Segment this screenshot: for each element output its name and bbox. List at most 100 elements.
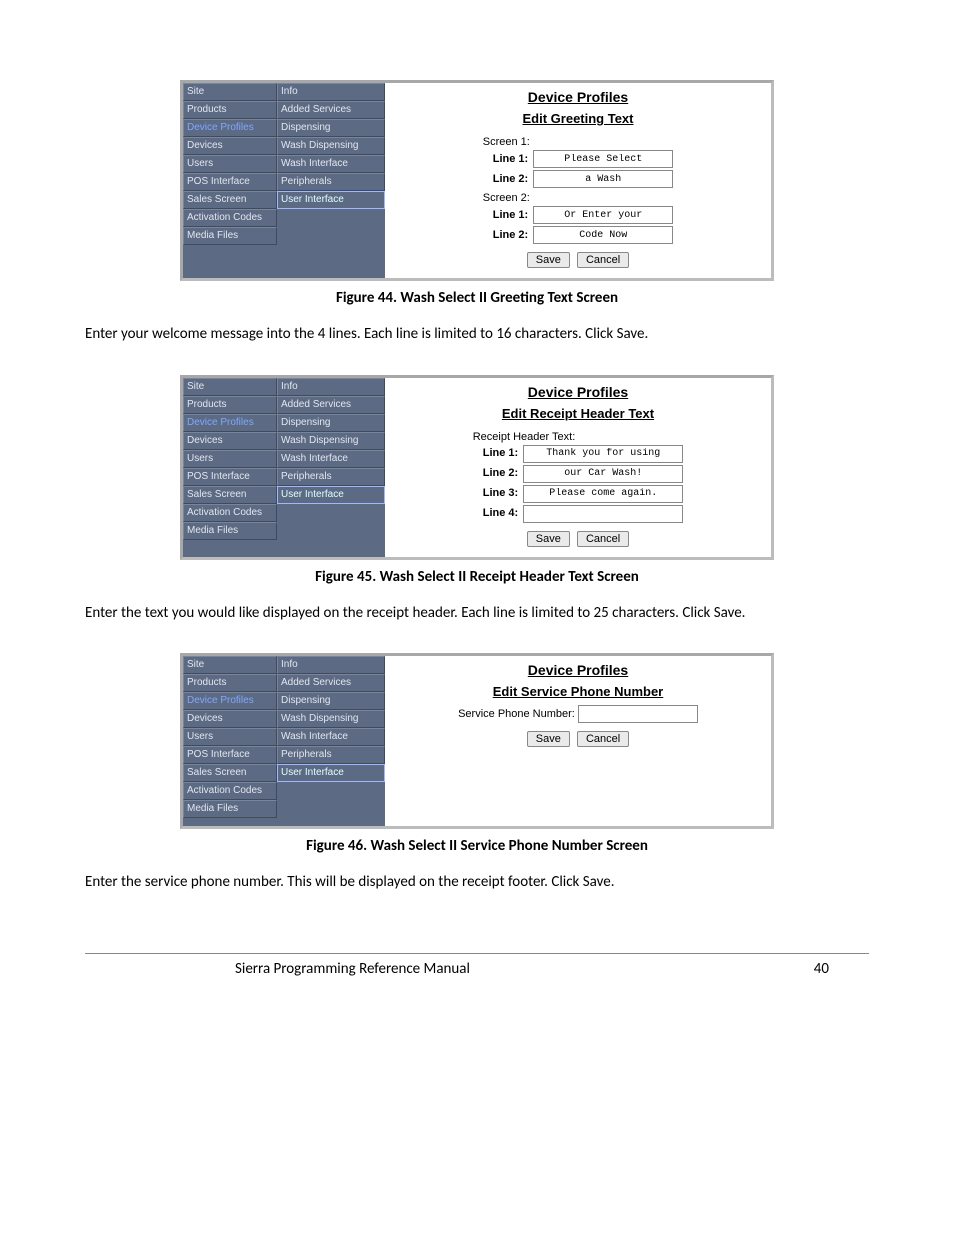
nav-site[interactable]: Site: [183, 83, 277, 101]
subnav-column: Info Added Services Dispensing Wash Disp…: [277, 656, 385, 826]
subnav-user-interface[interactable]: User Interface: [277, 764, 385, 782]
subnav-info[interactable]: Info: [277, 656, 385, 674]
cancel-button[interactable]: Cancel: [577, 731, 629, 747]
content-subtitle: Edit Greeting Text: [393, 111, 763, 126]
nav-sales-screen[interactable]: Sales Screen: [183, 191, 277, 209]
nav-sales-screen[interactable]: Sales Screen: [183, 764, 277, 782]
nav-products[interactable]: Products: [183, 396, 277, 414]
receipt-line1-input[interactable]: [523, 445, 683, 463]
app-screenshot-44: Site Products Device Profiles Devices Us…: [180, 80, 774, 281]
subnav-wash-dispensing[interactable]: Wash Dispensing: [277, 137, 385, 155]
nav-device-profiles[interactable]: Device Profiles: [183, 692, 277, 710]
subnav-wash-dispensing[interactable]: Wash Dispensing: [277, 710, 385, 728]
line-1-label: Line 1:: [493, 209, 528, 221]
greeting-form: Screen 1: Line 1: Line 2: Screen 2: Line…: [483, 132, 674, 268]
footer-rule: [85, 953, 869, 954]
subnav-peripherals[interactable]: Peripherals: [277, 468, 385, 486]
line-4-label: Line 4:: [483, 507, 518, 519]
figure-44-caption: Figure 44. Wash Select II Greeting Text …: [85, 289, 869, 307]
app-screenshot-45: Site Products Device Profiles Devices Us…: [180, 375, 774, 560]
nav-column: Site Products Device Profiles Devices Us…: [183, 83, 277, 278]
subnav-wash-interface[interactable]: Wash Interface: [277, 450, 385, 468]
screen2-line1-input[interactable]: [533, 206, 673, 224]
save-button[interactable]: Save: [527, 252, 570, 268]
subnav-added-services[interactable]: Added Services: [277, 674, 385, 692]
save-button[interactable]: Save: [527, 731, 570, 747]
content-subtitle: Edit Service Phone Number: [393, 684, 763, 699]
subnav-peripherals[interactable]: Peripherals: [277, 746, 385, 764]
line-2-label: Line 2:: [483, 467, 518, 479]
nav-pos-interface[interactable]: POS Interface: [183, 173, 277, 191]
figure-46-body: Enter the service phone number. This wil…: [85, 873, 869, 893]
nav-media-files[interactable]: Media Files: [183, 522, 277, 540]
service-phone-input[interactable]: [578, 705, 698, 723]
page-footer: Sierra Programming Reference Manual 40: [85, 960, 869, 978]
line-2-label: Line 2:: [493, 229, 528, 241]
figure-45-body: Enter the text you would like displayed …: [85, 604, 869, 624]
subnav-added-services[interactable]: Added Services: [277, 101, 385, 119]
subnav-dispensing[interactable]: Dispensing: [277, 692, 385, 710]
subnav-user-interface[interactable]: User Interface: [277, 486, 385, 504]
subnav-column: Info Added Services Dispensing Wash Disp…: [277, 83, 385, 278]
subnav-dispensing[interactable]: Dispensing: [277, 414, 385, 432]
subnav-peripherals[interactable]: Peripherals: [277, 173, 385, 191]
nav-devices[interactable]: Devices: [183, 137, 277, 155]
content-panel: Device Profiles Edit Receipt Header Text…: [385, 378, 771, 557]
nav-users[interactable]: Users: [183, 728, 277, 746]
content-title: Device Profiles: [393, 384, 763, 400]
figure-45-caption: Figure 45. Wash Select II Receipt Header…: [85, 568, 869, 586]
subnav-info[interactable]: Info: [277, 83, 385, 101]
nav-column: Site Products Device Profiles Devices Us…: [183, 378, 277, 557]
footer-title: Sierra Programming Reference Manual: [235, 960, 470, 978]
screen1-line2-input[interactable]: [533, 170, 673, 188]
receipt-line4-input[interactable]: [523, 505, 683, 523]
nav-activation-codes[interactable]: Activation Codes: [183, 209, 277, 227]
nav-sales-screen[interactable]: Sales Screen: [183, 486, 277, 504]
cancel-button[interactable]: Cancel: [577, 252, 629, 268]
cancel-button[interactable]: Cancel: [577, 531, 629, 547]
subnav-wash-interface[interactable]: Wash Interface: [277, 728, 385, 746]
subnav-dispensing[interactable]: Dispensing: [277, 119, 385, 137]
figure-44: Site Products Device Profiles Devices Us…: [85, 80, 869, 281]
screen1-line1-input[interactable]: [533, 150, 673, 168]
app-screenshot-46: Site Products Device Profiles Devices Us…: [180, 653, 774, 829]
nav-device-profiles[interactable]: Device Profiles: [183, 119, 277, 137]
line-2-label: Line 2:: [493, 173, 528, 185]
nav-products[interactable]: Products: [183, 101, 277, 119]
figure-46-caption: Figure 46. Wash Select II Service Phone …: [85, 837, 869, 855]
receipt-header-label: Receipt Header Text:: [473, 431, 684, 443]
nav-device-profiles[interactable]: Device Profiles: [183, 414, 277, 432]
screen2-line2-input[interactable]: [533, 226, 673, 244]
save-button[interactable]: Save: [527, 531, 570, 547]
line-1-label: Line 1:: [493, 153, 528, 165]
subnav-wash-dispensing[interactable]: Wash Dispensing: [277, 432, 385, 450]
figure-46: Site Products Device Profiles Devices Us…: [85, 653, 869, 829]
nav-products[interactable]: Products: [183, 674, 277, 692]
nav-site[interactable]: Site: [183, 656, 277, 674]
nav-column: Site Products Device Profiles Devices Us…: [183, 656, 277, 826]
nav-activation-codes[interactable]: Activation Codes: [183, 504, 277, 522]
subnav-wash-interface[interactable]: Wash Interface: [277, 155, 385, 173]
screen-2-label: Screen 2:: [483, 192, 674, 204]
nav-site[interactable]: Site: [183, 378, 277, 396]
nav-media-files[interactable]: Media Files: [183, 800, 277, 818]
nav-users[interactable]: Users: [183, 155, 277, 173]
receipt-line3-input[interactable]: [523, 485, 683, 503]
line-1-label: Line 1:: [483, 447, 518, 459]
subnav-info[interactable]: Info: [277, 378, 385, 396]
nav-devices[interactable]: Devices: [183, 432, 277, 450]
nav-pos-interface[interactable]: POS Interface: [183, 468, 277, 486]
nav-media-files[interactable]: Media Files: [183, 227, 277, 245]
nav-pos-interface[interactable]: POS Interface: [183, 746, 277, 764]
subnav-user-interface[interactable]: User Interface: [277, 191, 385, 209]
line-3-label: Line 3:: [483, 487, 518, 499]
nav-devices[interactable]: Devices: [183, 710, 277, 728]
content-title: Device Profiles: [393, 89, 763, 105]
nav-users[interactable]: Users: [183, 450, 277, 468]
subnav-added-services[interactable]: Added Services: [277, 396, 385, 414]
figure-44-body: Enter your welcome message into the 4 li…: [85, 325, 869, 345]
nav-activation-codes[interactable]: Activation Codes: [183, 782, 277, 800]
content-title: Device Profiles: [393, 662, 763, 678]
receipt-line2-input[interactable]: [523, 465, 683, 483]
content-panel: Device Profiles Edit Service Phone Numbe…: [385, 656, 771, 826]
